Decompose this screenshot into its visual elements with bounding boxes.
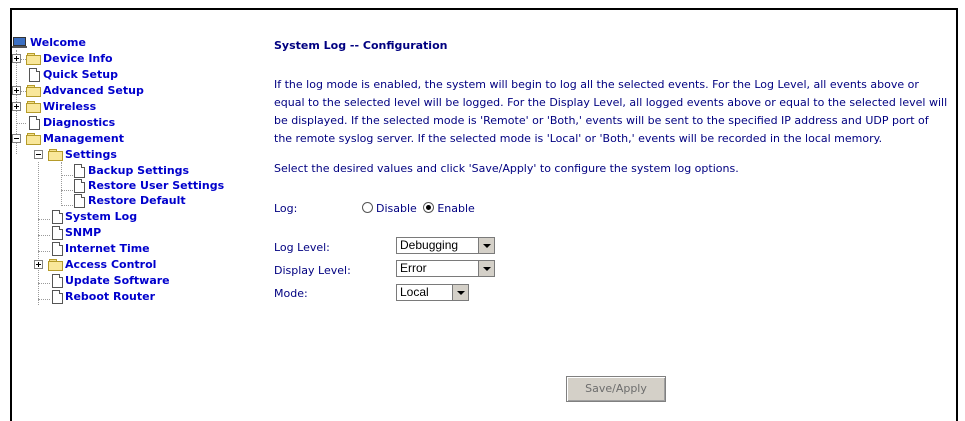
chevron-down-icon[interactable] (478, 238, 494, 253)
document-icon (52, 242, 63, 256)
expand-icon[interactable] (12, 86, 21, 95)
enable-radio[interactable] (423, 202, 435, 213)
nav-label[interactable]: Quick Setup (43, 68, 118, 82)
log-label: Log: (274, 202, 298, 215)
log-level-label: Log Level: (274, 241, 330, 254)
document-icon (74, 164, 85, 178)
document-icon (52, 226, 63, 240)
nav-label[interactable]: Advanced Setup (43, 84, 144, 98)
nav-label[interactable]: Settings (65, 148, 117, 162)
nav-label[interactable]: Diagnostics (43, 116, 115, 130)
nav-label[interactable]: Welcome (30, 36, 86, 50)
collapse-icon[interactable] (12, 134, 21, 143)
mode-value: Local (400, 285, 429, 299)
nav-label[interactable]: Backup Settings (88, 164, 189, 178)
page-description: If the log mode is enabled, the system w… (274, 78, 948, 145)
nav-label[interactable]: Reboot Router (65, 290, 155, 304)
computer-icon (12, 37, 27, 48)
nav-label[interactable]: Restore User Settings (88, 179, 224, 193)
nav-label[interactable]: Update Software (65, 274, 170, 288)
nav-label[interactable]: Device Info (43, 52, 113, 66)
display-level-select[interactable]: Error (396, 260, 495, 277)
document-icon (74, 179, 85, 193)
open-folder-icon (48, 149, 63, 161)
document-icon (74, 194, 85, 208)
instruction-text: Select the desired values and click 'Sav… (274, 162, 739, 175)
open-folder-icon (26, 133, 41, 145)
mode-label: Mode: (274, 287, 308, 300)
nav-label[interactable]: Internet Time (65, 242, 150, 256)
folder-icon (26, 53, 41, 65)
nav-label[interactable]: Restore Default (88, 194, 186, 208)
expand-icon[interactable] (12, 102, 21, 111)
nav-label[interactable]: Management (43, 132, 124, 146)
nav-label[interactable]: Wireless (43, 100, 96, 114)
content-frame (10, 8, 958, 421)
disable-label: Disable (376, 202, 417, 215)
nav-label[interactable]: Access Control (65, 258, 156, 272)
document-icon (29, 68, 40, 82)
expand-icon[interactable] (12, 54, 21, 63)
nav-label[interactable]: SNMP (65, 226, 101, 240)
save-apply-button[interactable]: Save/Apply (566, 376, 666, 402)
enable-label: Enable (437, 202, 475, 215)
disable-radio[interactable] (362, 202, 373, 213)
folder-icon (26, 85, 41, 97)
document-icon (52, 210, 63, 224)
log-level-select[interactable]: Debugging (396, 237, 495, 254)
document-icon (52, 274, 63, 288)
mode-select[interactable]: Local (396, 284, 469, 301)
collapse-icon[interactable] (34, 150, 43, 159)
nav-label[interactable]: System Log (65, 210, 137, 224)
folder-icon (48, 259, 63, 271)
page-title: System Log -- Configuration (274, 39, 448, 52)
chevron-down-icon[interactable] (452, 285, 468, 300)
display-level-value: Error (400, 261, 427, 275)
log-mode-radio-group: Disable Enable (362, 202, 475, 215)
chevron-down-icon[interactable] (478, 261, 494, 276)
display-level-label: Display Level: (274, 264, 351, 277)
expand-icon[interactable] (34, 260, 43, 269)
document-icon (52, 290, 63, 304)
folder-icon (26, 101, 41, 113)
document-icon (29, 116, 40, 130)
log-level-value: Debugging (400, 238, 459, 252)
